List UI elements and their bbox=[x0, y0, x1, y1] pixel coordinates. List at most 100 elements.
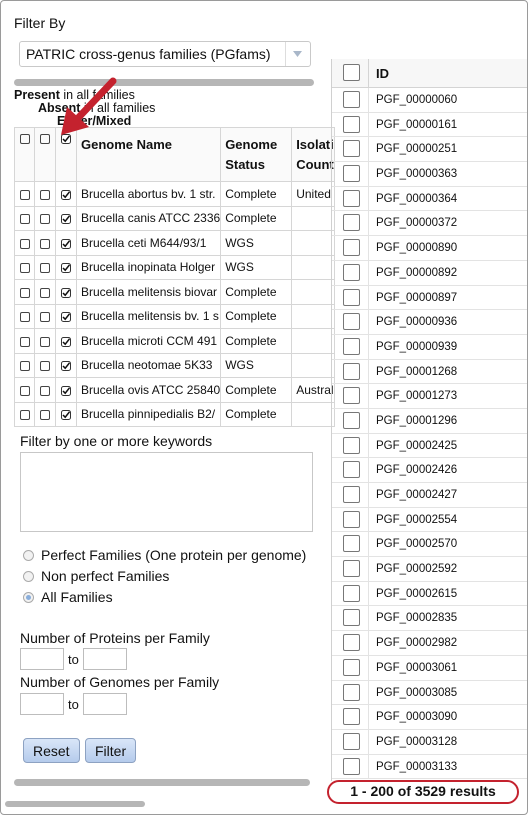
absent-checkbox[interactable] bbox=[34, 254, 56, 280]
reset-button[interactable]: Reset bbox=[23, 738, 80, 763]
result-row[interactable]: PGF_00000936 bbox=[332, 310, 527, 335]
result-row[interactable]: PGF_00002570 bbox=[332, 532, 527, 558]
select-all-checkbox[interactable] bbox=[343, 64, 360, 81]
genomes-max-input[interactable] bbox=[82, 693, 127, 715]
row-checkbox[interactable] bbox=[343, 708, 360, 726]
genome-row[interactable]: Brucella canis ATCC 2336 Complete bbox=[14, 205, 335, 231]
absent-checkbox[interactable] bbox=[34, 205, 56, 231]
proteins-min-input[interactable] bbox=[20, 648, 64, 670]
present-checkbox[interactable] bbox=[14, 205, 35, 231]
keywords-textarea[interactable] bbox=[20, 452, 313, 532]
present-checkbox[interactable] bbox=[14, 279, 35, 305]
row-checkbox[interactable] bbox=[343, 337, 360, 355]
proteins-max-input[interactable] bbox=[82, 648, 127, 670]
result-row[interactable]: PGF_00001268 bbox=[332, 359, 527, 385]
result-row[interactable]: PGF_00000364 bbox=[332, 186, 527, 212]
result-row[interactable]: PGF_00003133 bbox=[332, 754, 527, 780]
row-checkbox[interactable] bbox=[343, 609, 360, 627]
genome-row[interactable]: Brucella melitensis bv. 1 s Complete bbox=[14, 303, 335, 329]
absent-checkbox[interactable] bbox=[34, 230, 56, 256]
result-row[interactable]: PGF_00000372 bbox=[332, 211, 527, 237]
present-checkbox[interactable] bbox=[14, 328, 35, 354]
either-checkbox[interactable] bbox=[55, 303, 77, 329]
result-row[interactable]: PGF_00003128 bbox=[332, 729, 527, 755]
either-checkbox[interactable] bbox=[55, 328, 77, 354]
genome-row[interactable]: Brucella melitensis biovar Complete bbox=[14, 279, 335, 305]
genome-row[interactable]: Brucella ovis ATCC 25840 Complete Austral bbox=[14, 377, 335, 403]
row-checkbox[interactable] bbox=[343, 757, 360, 775]
result-row[interactable]: PGF_00000897 bbox=[332, 285, 527, 311]
row-checkbox[interactable] bbox=[343, 683, 360, 701]
row-checkbox[interactable] bbox=[343, 165, 360, 183]
either-checkbox[interactable] bbox=[55, 230, 77, 256]
row-checkbox[interactable] bbox=[343, 486, 360, 503]
row-checkbox[interactable] bbox=[343, 732, 360, 750]
family-type-select[interactable]: PATRIC cross-genus families (PGfams) bbox=[19, 41, 311, 67]
row-checkbox[interactable] bbox=[343, 239, 360, 257]
result-row[interactable]: PGF_00002427 bbox=[332, 483, 527, 508]
either-checkbox[interactable] bbox=[55, 401, 77, 427]
either-checkbox[interactable] bbox=[55, 377, 77, 403]
present-checkbox[interactable] bbox=[14, 303, 35, 329]
result-row[interactable]: PGF_00003085 bbox=[332, 680, 527, 706]
absent-checkbox[interactable] bbox=[34, 181, 56, 207]
row-checkbox[interactable] bbox=[343, 91, 360, 108]
present-checkbox[interactable] bbox=[14, 230, 35, 256]
result-row[interactable]: PGF_00003090 bbox=[332, 705, 527, 730]
absent-header-checkbox[interactable] bbox=[34, 127, 56, 182]
left-panel-scrollbar[interactable] bbox=[14, 779, 310, 786]
radio-icon[interactable] bbox=[23, 549, 34, 561]
result-row[interactable]: PGF_00000161 bbox=[332, 112, 527, 138]
genome-row[interactable]: Brucella neotomae 5K33 WGS bbox=[14, 352, 335, 378]
absent-checkbox[interactable] bbox=[34, 377, 56, 403]
present-checkbox[interactable] bbox=[14, 352, 35, 378]
result-row[interactable]: PGF_00002425 bbox=[332, 433, 527, 459]
either-checkbox[interactable] bbox=[55, 352, 77, 378]
filter-button[interactable]: Filter bbox=[85, 738, 137, 763]
row-checkbox[interactable] bbox=[343, 535, 360, 553]
result-row[interactable]: PGF_00002426 bbox=[332, 458, 527, 483]
either-checkbox[interactable] bbox=[55, 205, 77, 231]
result-row[interactable]: PGF_00000251 bbox=[332, 137, 527, 163]
result-row[interactable]: PGF_00000890 bbox=[332, 236, 527, 261]
present-checkbox[interactable] bbox=[14, 181, 35, 207]
row-checkbox[interactable] bbox=[343, 634, 360, 652]
absent-checkbox[interactable] bbox=[34, 401, 56, 427]
row-checkbox[interactable] bbox=[343, 436, 360, 454]
row-checkbox[interactable] bbox=[343, 288, 360, 306]
row-checkbox[interactable] bbox=[343, 510, 360, 528]
all-families-radio[interactable]: All Families bbox=[23, 589, 113, 605]
absent-checkbox[interactable] bbox=[34, 328, 56, 354]
row-checkbox[interactable] bbox=[343, 658, 360, 676]
genome-row[interactable]: Brucella microti CCM 491 Complete bbox=[14, 328, 335, 354]
result-row[interactable]: PGF_00002615 bbox=[332, 581, 527, 607]
row-checkbox[interactable] bbox=[343, 313, 360, 331]
radio-selected-icon[interactable] bbox=[23, 591, 34, 603]
present-checkbox[interactable] bbox=[14, 401, 35, 427]
page-scrollbar[interactable] bbox=[5, 801, 145, 807]
row-checkbox[interactable] bbox=[343, 411, 360, 429]
result-row[interactable]: PGF_00000892 bbox=[332, 260, 527, 286]
row-checkbox[interactable] bbox=[343, 115, 360, 133]
row-checkbox[interactable] bbox=[343, 387, 360, 405]
row-checkbox[interactable] bbox=[343, 189, 360, 207]
present-header-checkbox[interactable] bbox=[14, 127, 35, 182]
result-row[interactable]: PGF_00001273 bbox=[332, 384, 527, 409]
absent-checkbox[interactable] bbox=[34, 352, 56, 378]
id-column-header[interactable]: ID bbox=[376, 66, 389, 81]
row-checkbox[interactable] bbox=[343, 461, 360, 479]
result-row[interactable]: PGF_00002592 bbox=[332, 557, 527, 582]
non-perfect-families-radio[interactable]: Non perfect Families bbox=[23, 568, 169, 584]
either-checkbox[interactable] bbox=[55, 254, 77, 280]
genome-status-header[interactable]: Genome Status bbox=[220, 127, 293, 182]
result-row[interactable]: PGF_00002554 bbox=[332, 507, 527, 533]
either-checkbox[interactable] bbox=[55, 181, 77, 207]
present-checkbox[interactable] bbox=[14, 254, 35, 280]
result-row[interactable]: PGF_00003061 bbox=[332, 655, 527, 681]
radio-icon[interactable] bbox=[23, 570, 34, 582]
row-checkbox[interactable] bbox=[343, 140, 360, 158]
row-checkbox[interactable] bbox=[343, 362, 360, 380]
chevron-down-icon[interactable] bbox=[285, 42, 310, 66]
row-checkbox[interactable] bbox=[343, 584, 360, 602]
row-checkbox[interactable] bbox=[343, 560, 360, 578]
